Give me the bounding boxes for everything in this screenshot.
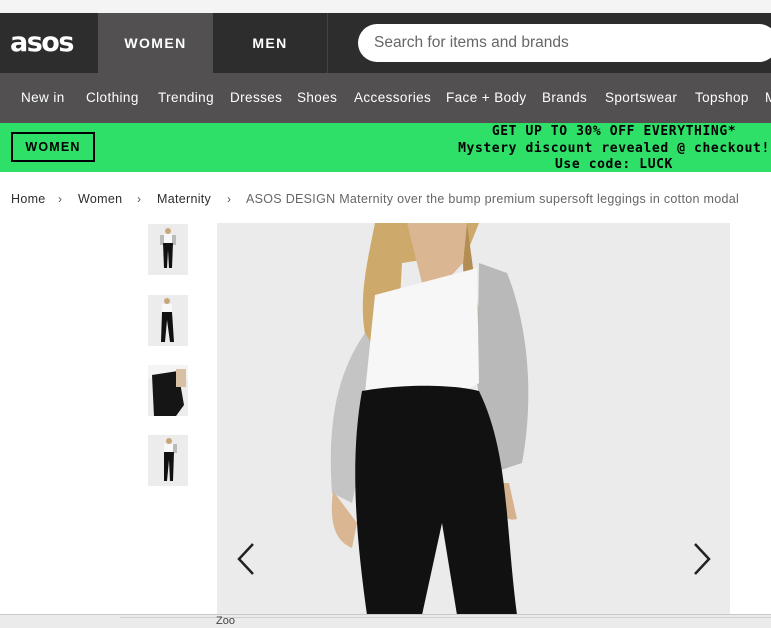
breadcrumb-separator: › [227, 192, 232, 206]
category-nav: New in Clothing Trending Dresses Shoes A… [0, 73, 771, 123]
promo-text: GET UP TO 30% OFF EVERYTHING* Mystery di… [404, 124, 771, 172]
browser-bottom-bar [0, 614, 771, 628]
product-thumbnail-2[interactable] [148, 295, 188, 346]
nav-item-accessories[interactable]: Accessories [354, 73, 431, 123]
breadcrumb-current: ASOS DESIGN Maternity over the bump prem… [246, 192, 740, 206]
search-box [358, 24, 771, 62]
asos-logo[interactable]: asos [10, 28, 74, 58]
breadcrumb-women[interactable]: Women [78, 190, 122, 208]
nav-item-topshop[interactable]: Topshop [695, 73, 749, 123]
gallery-prev-button[interactable] [232, 540, 262, 580]
breadcrumb-home[interactable]: Home [11, 190, 46, 208]
nav-item-clothing[interactable]: Clothing [86, 73, 139, 123]
site-header: asos WOMEN MEN [0, 13, 771, 73]
search-input[interactable] [374, 24, 764, 62]
tab-women[interactable]: WOMEN [98, 13, 213, 73]
nav-item-more[interactable]: M [765, 73, 771, 123]
promo-subline: Mystery discount revealed @ checkout! [458, 140, 770, 156]
breadcrumb-separator: › [58, 192, 63, 206]
gallery-next-button[interactable] [686, 540, 716, 580]
product-thumbnail-3[interactable] [148, 365, 188, 416]
nav-item-sportswear[interactable]: Sportswear [605, 73, 677, 123]
tab-men[interactable]: MEN [213, 13, 328, 73]
nav-item-face-body[interactable]: Face + Body [446, 73, 527, 123]
nav-item-shoes[interactable]: Shoes [297, 73, 337, 123]
promo-women-button[interactable]: WOMEN [11, 132, 95, 162]
product-thumbnail-4[interactable] [148, 435, 188, 486]
product-thumbnail-1[interactable] [148, 224, 188, 275]
chevron-left-icon [237, 543, 254, 575]
promo-banner[interactable]: WOMEN GET UP TO 30% OFF EVERYTHING* Myst… [0, 123, 771, 172]
nav-item-trending[interactable]: Trending [158, 73, 214, 123]
footer-peek-text: Zoo [216, 615, 235, 627]
promo-code: Use code: LUCK [555, 157, 673, 172]
promo-headline: GET UP TO 30% OFF EVERYTHING* [491, 124, 737, 139]
product-main-image[interactable] [217, 223, 730, 615]
nav-item-brands[interactable]: Brands [542, 73, 587, 123]
breadcrumb-maternity[interactable]: Maternity [157, 190, 211, 208]
nav-item-dresses[interactable]: Dresses [230, 73, 282, 123]
nav-item-new-in[interactable]: New in [21, 73, 65, 123]
browser-top-strip [0, 0, 771, 14]
chevron-right-icon [694, 543, 711, 575]
breadcrumb-separator: › [137, 192, 142, 206]
